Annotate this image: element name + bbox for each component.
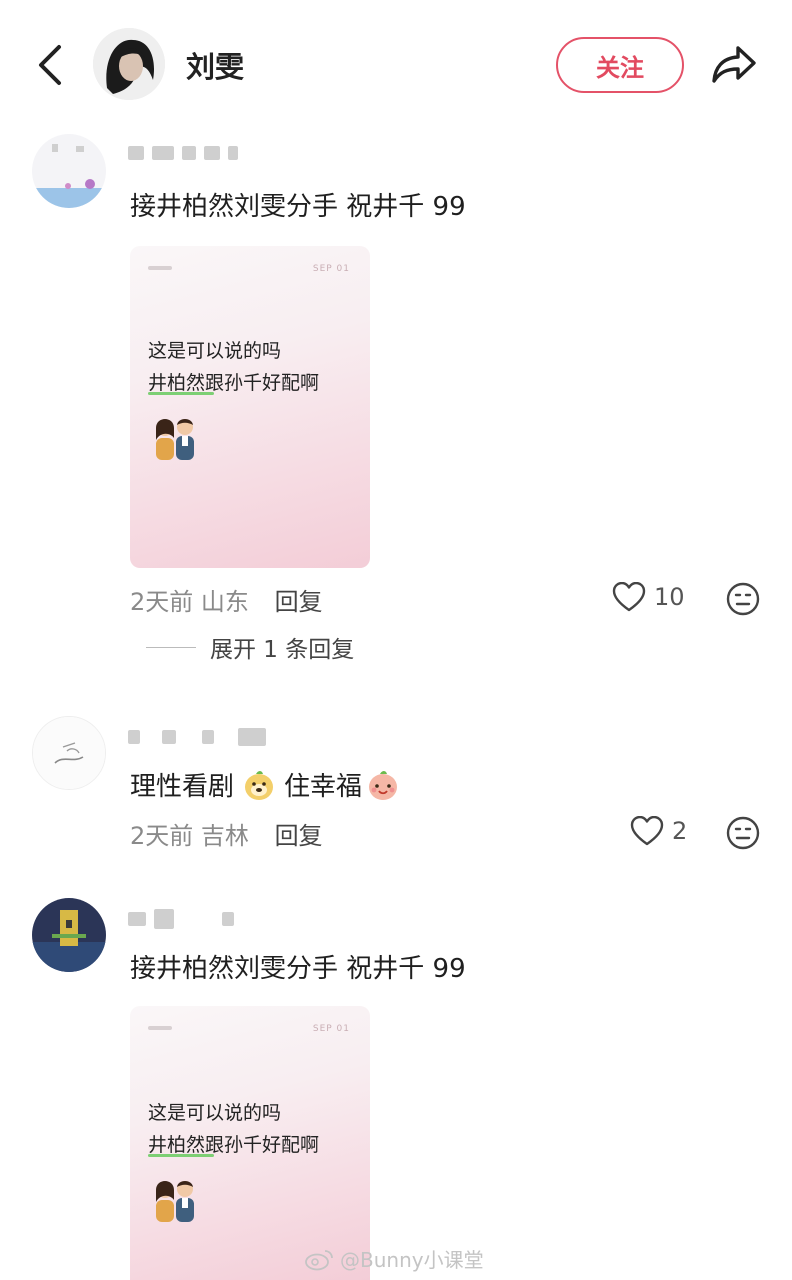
comment-page: 刘雯 关注 接井柏然刘雯分手 祝井千 99 SEP 01 这是可以说的吗 井柏然… (0, 0, 792, 1280)
lemon-face-emoji-icon (245, 770, 274, 800)
header-bar: 刘雯 关注 (0, 0, 792, 130)
reply-button[interactable]: 回复 (275, 588, 323, 616)
reply-button[interactable]: 回复 (275, 822, 323, 850)
comment-time: 2天前 (130, 588, 194, 616)
avatar-image (32, 898, 106, 972)
comment-location: 山东 (200, 588, 249, 616)
like-count: 10 (654, 583, 685, 611)
avatar-photo (93, 28, 165, 100)
comment-text-part-2: 住幸福 (284, 772, 363, 802)
emoji-react-button[interactable] (726, 582, 760, 616)
peach-face-emoji-icon (369, 770, 398, 800)
like-count: 2 (672, 817, 688, 845)
card-highlight (148, 392, 214, 395)
comment-time: 2天前 (130, 822, 194, 850)
chevron-left-icon (39, 45, 61, 85)
card-line-1: 这是可以说的吗 (148, 1102, 282, 1124)
card-corner-label: SEP 01 (312, 1024, 350, 1034)
expand-replies-button[interactable]: 展开 1 条回复 (146, 630, 354, 664)
comment-text-part-1: 理性看剧 (130, 772, 235, 802)
card-line-2: 井柏然跟孙千好配啊 (148, 372, 320, 394)
like-button[interactable]: 10 (612, 582, 685, 612)
card-corner-label: SEP 01 (312, 264, 350, 274)
emoji-react-button[interactable] (726, 816, 760, 850)
avatar-image (32, 134, 106, 208)
comment-text: 接井柏然刘雯分手 祝井千 99 (130, 192, 466, 222)
card-highlight (148, 1154, 214, 1157)
heart-icon (612, 582, 646, 612)
comment-text: 理性看剧 住幸福 (130, 766, 408, 803)
comment-meta: 2天前 山东 回复 (130, 582, 323, 617)
card-dots (148, 266, 172, 270)
comment-image-card[interactable]: SEP 01 这是可以说的吗 井柏然跟孙千好配啊 (130, 1006, 370, 1280)
comment-meta: 2天前 吉林 回复 (130, 816, 323, 851)
commenter-avatar[interactable] (32, 716, 106, 790)
commenter-name-redacted (128, 909, 234, 929)
watermark: @Bunny小课堂 (304, 1244, 484, 1273)
neutral-face-icon (726, 816, 760, 850)
share-button[interactable] (706, 38, 762, 90)
couple-emoji-icon (150, 414, 200, 464)
watermark-text: @Bunny小课堂 (340, 1248, 484, 1272)
back-button[interactable] (30, 40, 70, 90)
commenter-name-redacted (128, 728, 266, 746)
expand-label: 展开 1 条回复 (210, 637, 355, 663)
share-icon (712, 46, 756, 83)
comment-text: 接井柏然刘雯分手 祝井千 99 (130, 954, 466, 984)
card-line-2: 井柏然跟孙千好配啊 (148, 1134, 320, 1156)
commenter-avatar[interactable] (32, 134, 106, 208)
card-line-1: 这是可以说的吗 (148, 340, 282, 362)
couple-emoji-icon (150, 1176, 200, 1226)
comment-location: 吉林 (200, 822, 249, 850)
neutral-face-icon (726, 582, 760, 616)
commenter-avatar[interactable] (32, 898, 106, 972)
weibo-logo-icon (305, 1249, 333, 1270)
profile-name[interactable]: 刘雯 (186, 44, 244, 86)
follow-button[interactable]: 关注 (556, 37, 684, 93)
profile-avatar[interactable] (93, 28, 165, 100)
expand-divider (146, 646, 196, 648)
card-dots (148, 1026, 172, 1030)
commenter-name-redacted (128, 144, 238, 162)
avatar-image (33, 717, 105, 789)
heart-icon (630, 816, 664, 846)
comment-image-card[interactable]: SEP 01 这是可以说的吗 井柏然跟孙千好配啊 (130, 246, 370, 568)
like-button[interactable]: 2 (630, 816, 687, 846)
